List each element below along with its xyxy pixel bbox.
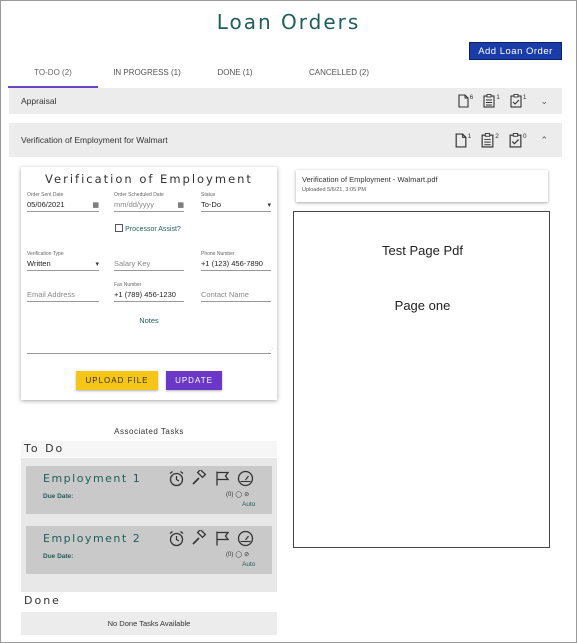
gauge-icon[interactable] <box>237 470 254 487</box>
done-section-header: Done <box>21 593 277 609</box>
email-address-input[interactable]: Email Address <box>27 282 99 302</box>
order-scheduled-date-field[interactable]: Order Scheduled Date mm/dd/yyyy ▦ <box>114 192 184 212</box>
accordion-appraisal[interactable]: Appraisal 6 1 1 ⌄ <box>9 88 562 114</box>
eye-off-icon[interactable]: ⊘ <box>244 491 249 498</box>
associated-tasks-title: Associated Tasks <box>114 427 184 436</box>
task-name: Employment 2 <box>43 532 142 545</box>
clipboard-check-icon <box>510 94 522 108</box>
tab-done[interactable]: DONE (1) <box>200 62 270 88</box>
task-comments[interactable]: (0) ◯ ⊘ <box>226 491 249 499</box>
completed-count: 1 <box>510 94 526 108</box>
resize-handle-icon[interactable]: ⋰ <box>268 348 273 354</box>
flag-icon[interactable] <box>214 530 231 547</box>
task-due-date: Due Date: <box>43 553 74 560</box>
contact-name-input[interactable]: Contact Name <box>201 282 271 302</box>
alarm-clock-icon[interactable] <box>168 530 185 547</box>
order-sent-date-field[interactable]: Order Sent Date 05/06/2021 ▦ <box>27 192 99 212</box>
form-title: Verification of Employment <box>45 172 253 186</box>
phone-number-input[interactable]: Phone Number +1 (123) 456-7890 <box>201 251 271 271</box>
task-comments[interactable]: (0) ◯ ⊘ <box>226 551 249 559</box>
completed-count: 0 <box>509 132 526 148</box>
page-title: Loan Orders <box>216 10 361 34</box>
task-mode: Auto <box>242 501 256 508</box>
tasks-count: 2 <box>481 133 499 148</box>
task-card[interactable]: Employment 2 Due Date: (0) ◯ ⊘ Auto <box>26 526 272 574</box>
update-button[interactable]: UPDATE <box>166 371 222 390</box>
notes-label: Notes <box>139 316 159 325</box>
document-icon <box>455 132 466 148</box>
eye-off-icon[interactable]: ⊘ <box>244 551 249 558</box>
pdf-text-line: Test Page Pdf <box>382 243 463 258</box>
clipboard-check-icon <box>509 132 522 148</box>
clipboard-list-icon <box>483 94 495 108</box>
notes-textarea[interactable] <box>27 353 271 354</box>
salary-key-input[interactable]: Salary Key <box>114 251 184 271</box>
document-uploaded: Uploaded 5/6/21, 3:05 PM <box>302 187 366 193</box>
document-chip[interactable]: Verification of Employment - Walmart.pdf… <box>296 170 548 202</box>
done-empty-message: No Done Tasks Available <box>21 612 277 635</box>
tasks-count: 1 <box>483 94 500 108</box>
caret-down-icon: ▾ <box>95 260 99 268</box>
comment-icon[interactable]: ◯ <box>235 491 242 498</box>
tab-in-progress[interactable]: IN PROGRESS (1) <box>102 62 192 88</box>
clipboard-list-icon <box>481 132 494 148</box>
fax-number-input[interactable]: Fax Number +1 (789) 456-1230 <box>114 282 184 302</box>
status-select[interactable]: Status To-Do ▾ <box>201 192 271 212</box>
documents-count: 1 <box>455 132 471 148</box>
task-mode: Auto <box>242 561 256 568</box>
task-card[interactable]: Employment 1 Due Date: (0) ◯ ⊘ Auto <box>26 466 272 514</box>
gavel-icon[interactable] <box>191 470 208 487</box>
calendar-icon[interactable]: ▦ <box>177 201 184 209</box>
task-due-date: Due Date: <box>43 493 74 500</box>
voe-form-card: Verification of Employment Order Sent Da… <box>21 167 277 400</box>
document-icon <box>458 94 469 108</box>
task-name: Employment 1 <box>43 472 142 485</box>
comment-icon[interactable]: ◯ <box>235 551 242 558</box>
processor-assist-label: Processor Assist? <box>125 226 181 233</box>
chevron-down-icon[interactable]: ⌄ <box>540 96 548 107</box>
documents-count: 6 <box>458 94 473 108</box>
flag-icon[interactable] <box>214 470 231 487</box>
upload-file-button[interactable]: UPLOAD FILE <box>76 371 158 390</box>
tab-todo[interactable]: TO-DO (2) <box>8 62 98 88</box>
chevron-up-icon[interactable]: ⌃ <box>540 135 548 146</box>
accordion-voe-walmart[interactable]: Verification of Employment for Walmart 1… <box>9 123 562 157</box>
tab-cancelled[interactable]: CANCELLED (2) <box>294 62 384 88</box>
processor-assist-checkbox[interactable] <box>115 224 123 232</box>
caret-down-icon: ▾ <box>267 201 271 209</box>
alarm-clock-icon[interactable] <box>168 470 185 487</box>
add-loan-order-button[interactable]: Add Loan Order <box>469 42 562 60</box>
document-name[interactable]: Verification of Employment - Walmart.pdf <box>302 175 548 184</box>
gavel-icon[interactable] <box>191 530 208 547</box>
calendar-icon[interactable]: ▦ <box>92 201 99 209</box>
status-tabs: TO-DO (2) IN PROGRESS (1) DONE (1) CANCE… <box>8 62 384 88</box>
verification-type-select[interactable]: Verification Type Written ▾ <box>27 251 99 271</box>
pdf-text-line: Page one <box>394 298 451 313</box>
todo-task-list: Employment 1 Due Date: (0) ◯ ⊘ Auto Empl… <box>21 458 277 592</box>
accordion-title: Appraisal <box>21 96 57 106</box>
accordion-title: Verification of Employment for Walmart <box>21 135 168 145</box>
gauge-icon[interactable] <box>237 530 254 547</box>
pdf-preview[interactable]: Test Page Pdf Page one <box>293 211 550 548</box>
todo-section-header: To Do <box>21 441 277 457</box>
